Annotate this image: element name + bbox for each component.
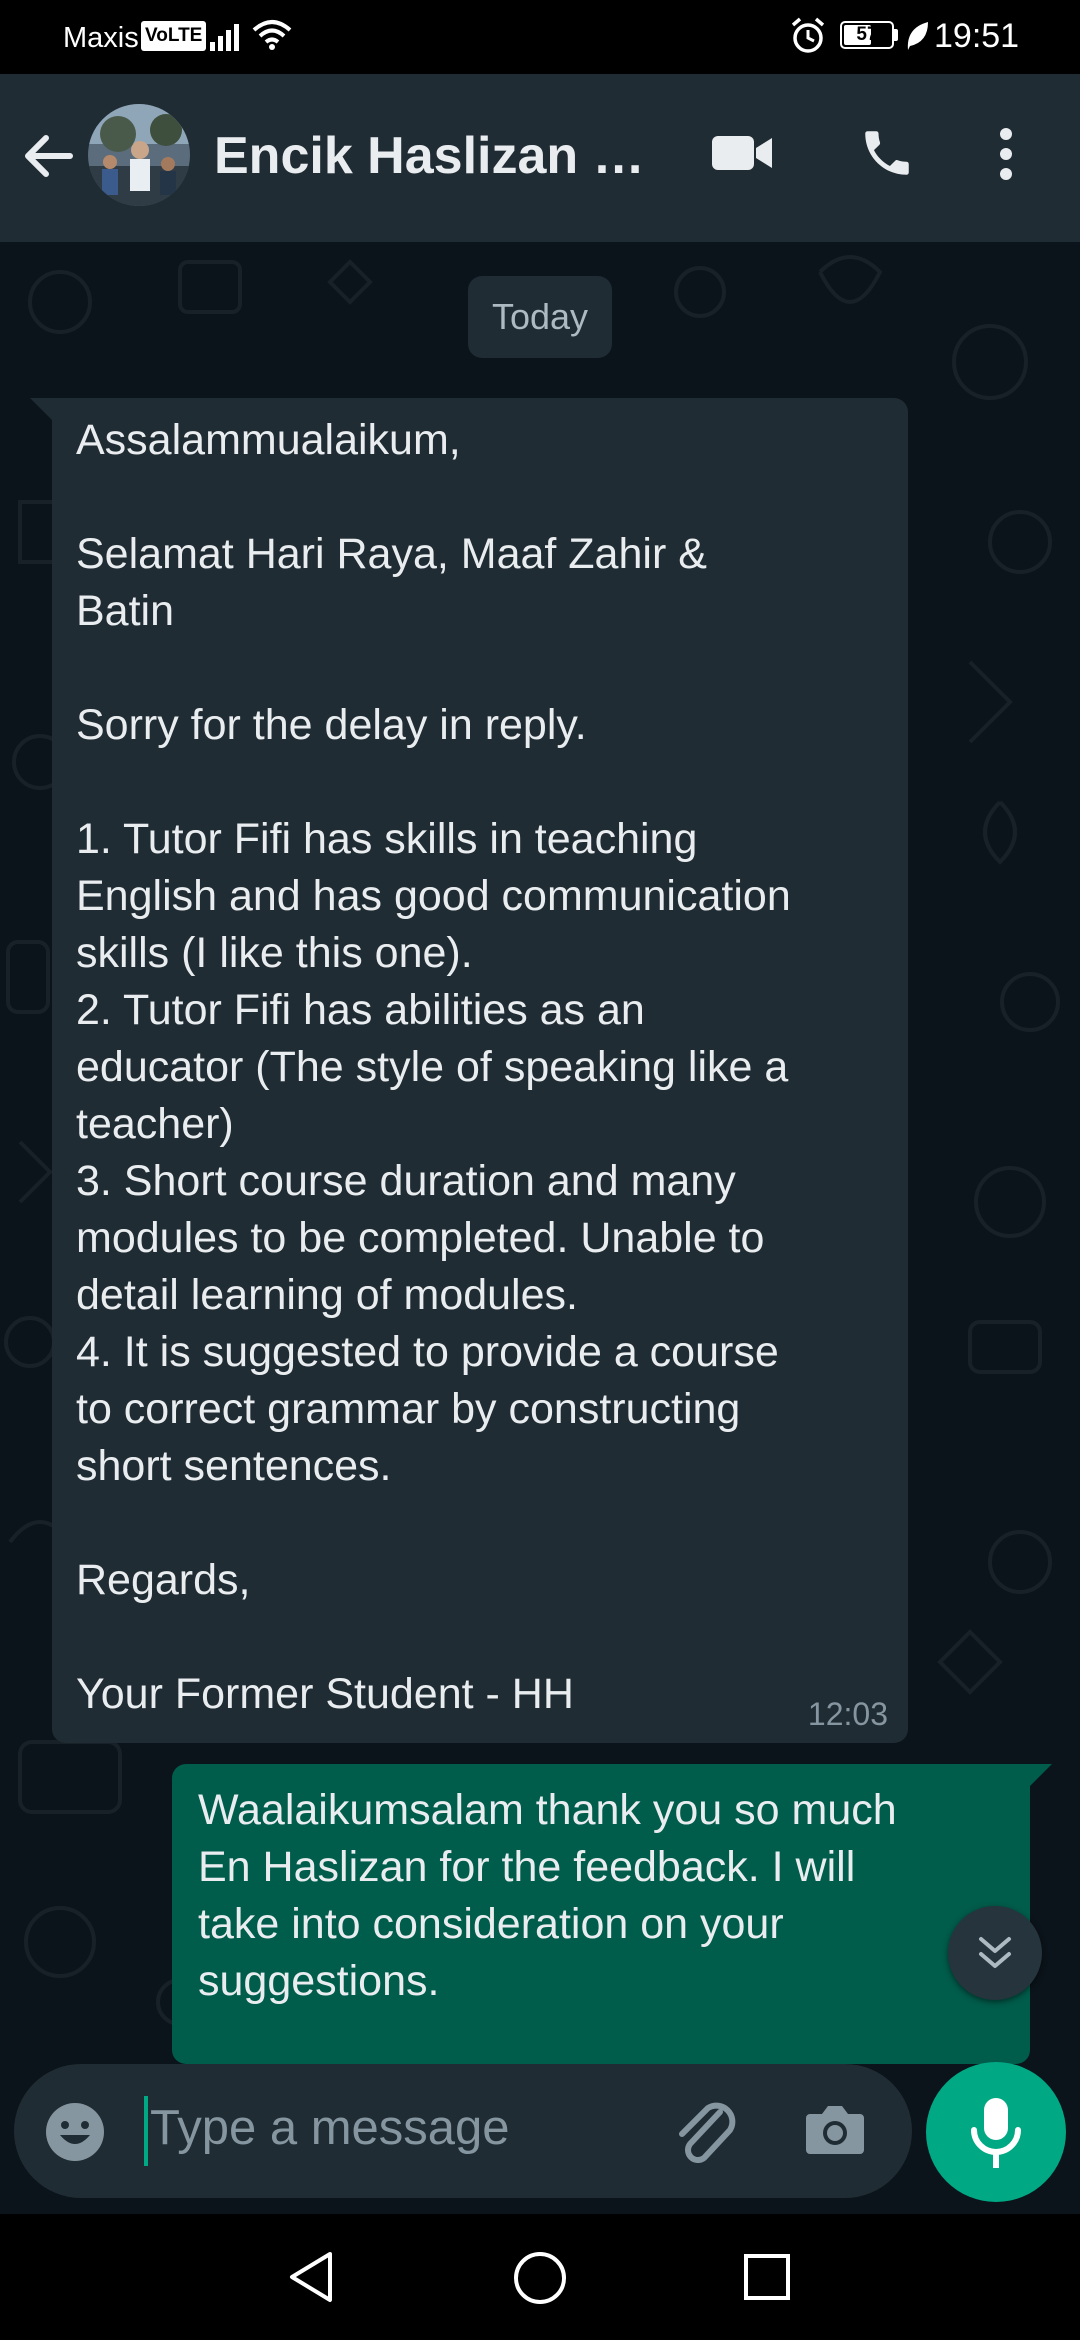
message-line: skills (I like this one). (76, 929, 473, 977)
message-list[interactable]: Today Assalammualaikum, Selamat Hari Ray… (0, 242, 1080, 2064)
contact-name[interactable]: Encik Haslizan E... (214, 126, 654, 186)
battery-tip (894, 29, 898, 41)
message-line: 2. Tutor Fifi has abilities as an (76, 986, 645, 1034)
bubble-tail (1030, 1764, 1052, 1786)
message-line: educator (The style of speaking like a (76, 1043, 789, 1091)
scroll-to-bottom-button[interactable] (948, 1906, 1042, 2000)
status-bar: Maxis VoLTE 57 19:51 (0, 0, 1080, 74)
message-line: 4. It is suggested to provide a course (76, 1328, 779, 1376)
alarm-icon (791, 17, 825, 53)
bubble-tail (30, 398, 52, 420)
message-line: Regards, (76, 1556, 251, 1604)
message-line: modules to be completed. Unable to (76, 1214, 765, 1262)
message-line: Assalammualaikum, (76, 416, 461, 464)
signal-icon (210, 24, 239, 51)
message-line: English and has good communication (76, 872, 791, 920)
voice-message-button[interactable] (926, 2062, 1066, 2202)
more-options-icon[interactable] (996, 124, 1016, 184)
message-line: 3. Short course duration and many (76, 1157, 736, 1205)
carrier-name: Maxis (63, 22, 139, 54)
incoming-message-bubble[interactable]: Assalammualaikum, Selamat Hari Raya, Maa… (30, 398, 908, 1743)
double-chevron-down-icon (979, 1937, 1011, 1968)
whatsapp-chat-screen: Maxis VoLTE 57 19:51 Encik Haslizan E...… (0, 0, 1080, 2340)
emoji-icon[interactable] (44, 2101, 106, 2163)
message-line: Sorry for the delay in reply. (76, 701, 587, 749)
message-line: Your Former Student - HH (76, 1670, 574, 1718)
message-line: En Haslizan for the feedback. I will (198, 1843, 856, 1891)
chat-header: Encik Haslizan E... (0, 74, 1080, 242)
power-saving-leaf-icon (907, 22, 928, 50)
microphone-icon (971, 2098, 1021, 2168)
message-line (76, 469, 884, 526)
contact-avatar[interactable] (88, 104, 190, 206)
message-line: take into consideration on your (198, 1900, 784, 1948)
text-cursor (144, 2096, 148, 2166)
message-line (76, 640, 884, 697)
avatar-photo (88, 104, 190, 206)
outgoing-message-bubble[interactable]: Waalaikumsalam thank you so much En Hasl… (172, 1764, 1052, 2064)
message-line: 1. Tutor Fifi has skills in teaching (76, 815, 698, 863)
message-composer[interactable]: Type a message (14, 2064, 912, 2198)
message-line: suggestions. (198, 1957, 440, 2005)
battery-level: 57 (856, 24, 878, 45)
message-line: short sentences. (76, 1442, 392, 1490)
message-input[interactable]: Type a message (150, 2100, 510, 2156)
message-line: to correct grammar by constructing (76, 1385, 741, 1433)
message-line: Selamat Hari Raya, Maaf Zahir & (76, 530, 707, 578)
attach-paperclip-icon[interactable] (668, 2098, 738, 2164)
system-navigation-bar (0, 2214, 1080, 2340)
message-line: Waalaikumsalam thank you so much (198, 1786, 897, 1834)
nav-home-icon[interactable] (510, 2248, 570, 2308)
message-timestamp: 12:03 (807, 1696, 888, 1732)
voice-call-icon[interactable] (858, 124, 916, 182)
back-arrow-icon[interactable] (20, 128, 76, 184)
message-line: Batin (76, 587, 175, 635)
message-line (76, 1609, 884, 1666)
date-divider: Today (468, 276, 612, 358)
message-line: teacher) (76, 1100, 234, 1148)
video-call-icon[interactable] (710, 130, 774, 176)
nav-back-icon[interactable] (286, 2250, 336, 2304)
battery-icon: 57 (840, 21, 894, 49)
nav-recents-icon[interactable] (742, 2252, 792, 2302)
message-line (76, 754, 884, 811)
message-line (76, 1495, 884, 1552)
camera-icon[interactable] (804, 2102, 866, 2156)
volte-badge: VoLTE (141, 21, 207, 51)
message-line: detail learning of modules. (76, 1271, 578, 1319)
status-clock: 19:51 (934, 17, 1020, 55)
wifi-icon (252, 20, 292, 50)
